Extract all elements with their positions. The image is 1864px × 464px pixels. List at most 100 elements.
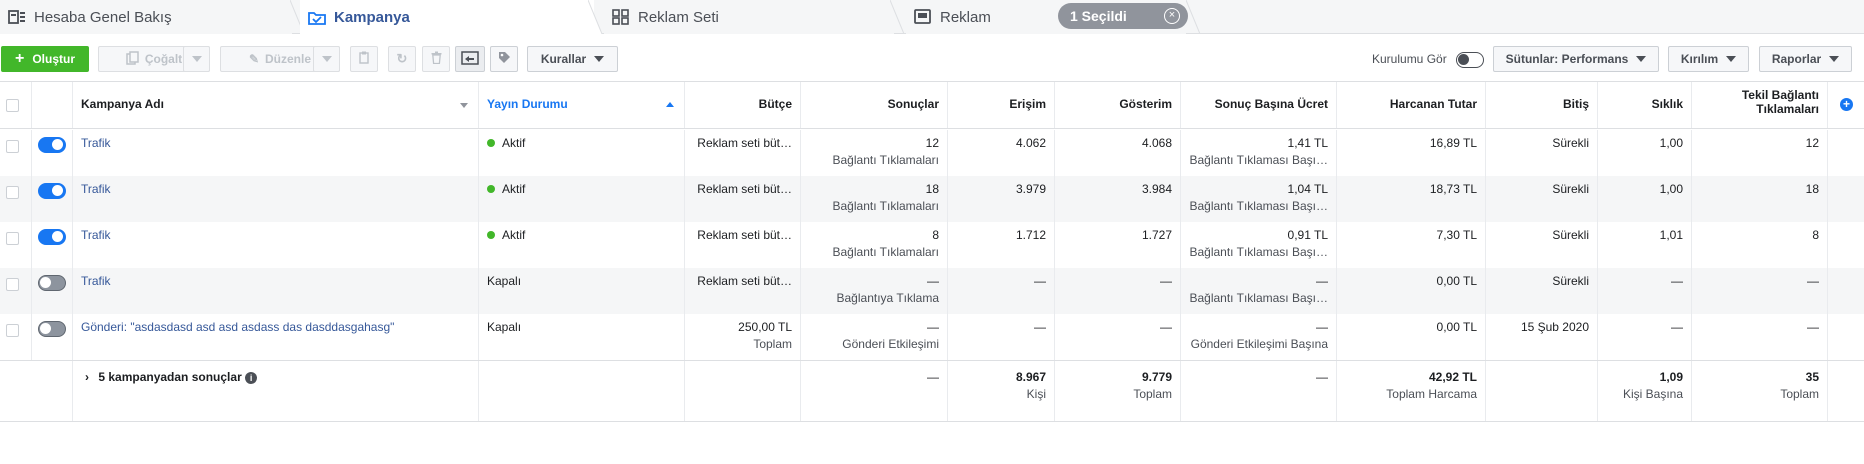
duplicate-button-label: Çoğalt — [144, 52, 183, 66]
sort-down-icon — [460, 103, 468, 108]
tag-button[interactable] — [490, 46, 518, 72]
ad-set-grid-icon — [612, 9, 630, 25]
refresh-button[interactable]: ↻ — [388, 46, 416, 72]
header-impressions[interactable]: Gösterim — [1055, 82, 1181, 128]
columns-button-label: Sütunlar: Performans — [1505, 52, 1629, 66]
results-type: Bağlantı Tıklamaları — [832, 199, 940, 213]
header-ends[interactable]: Bitiş — [1486, 82, 1598, 128]
cell-unique: 18 — [1692, 176, 1828, 222]
header-delivery[interactable]: Yayın Durumu — [479, 82, 685, 128]
row-checkbox[interactable] — [6, 278, 19, 291]
header-cost-per-result-label: Sonuç Başına Ücret — [1214, 97, 1328, 111]
header-frequency[interactable]: Sıklık — [1598, 82, 1692, 128]
cell-spent: 16,89 TL — [1337, 130, 1486, 176]
duplicate-dropdown-button[interactable] — [183, 46, 210, 72]
end-date-value: Sürekli — [1552, 274, 1589, 288]
summary-label-cell[interactable]: › 5 kampanyadan sonuçlar i — [73, 361, 479, 421]
select-all-checkbox[interactable] — [6, 99, 19, 112]
campaign-on-off-toggle[interactable] — [38, 183, 66, 199]
clipboard-button[interactable] — [350, 46, 378, 72]
header-cost-per-result[interactable]: Sonuç Başına Ücret — [1181, 82, 1337, 128]
campaign-name-link[interactable]: Trafik — [81, 182, 470, 196]
delete-button[interactable] — [422, 46, 450, 72]
table-row[interactable]: Trafik Aktif Reklam seti büt… 18 Bağlantı Tı… — [0, 176, 1864, 222]
add-column-icon[interactable]: + — [1840, 98, 1853, 111]
header-unique-clicks-label: Tekil Bağlantı Tıklamaları — [1741, 88, 1819, 116]
reach-value: — — [1034, 274, 1046, 288]
header-amount-spent[interactable]: Harcanan Tutar — [1337, 82, 1486, 128]
header-name[interactable]: Kampanya Adı — [73, 82, 479, 128]
frequency-value: — — [1671, 320, 1683, 334]
unique-clicks-value: 8 — [1812, 228, 1819, 242]
row-checkbox[interactable] — [6, 324, 19, 337]
header-ends-label: Bitiş — [1562, 97, 1589, 111]
cell-name: Gönderi: "asdasdasd asd asd asdass das d… — [73, 314, 479, 360]
row-checkbox[interactable] — [6, 232, 19, 245]
trash-icon — [431, 51, 442, 67]
summary-reach: 8.967 Kişi — [948, 361, 1055, 421]
impressions-value: — — [1160, 320, 1172, 334]
unique-clicks-value: — — [1807, 274, 1819, 288]
cell-ends: Sürekli — [1486, 268, 1598, 314]
frequency-value: 1,01 — [1659, 228, 1683, 242]
cell-results: 12 Bağlantı Tıklamaları — [801, 130, 948, 176]
cell-name: Trafik — [73, 130, 479, 176]
results-type: Gönderi Etkileşimi — [842, 337, 939, 351]
cell-impressions: — — [1055, 314, 1181, 360]
table-row[interactable]: Gönderi: "asdasdasd asd asd asdass das d… — [0, 314, 1864, 360]
campaign-on-off-toggle[interactable] — [38, 275, 66, 291]
tab-label: Reklam Seti — [638, 8, 719, 26]
cell-impressions: 3.984 — [1055, 176, 1181, 222]
rules-dropdown-button[interactable]: Kurallar — [527, 46, 618, 72]
edit-dropdown-button[interactable] — [313, 46, 340, 72]
header-reach[interactable]: Erişim — [948, 82, 1055, 128]
header-results[interactable]: Sonuçlar — [801, 82, 948, 128]
tab-ad-set[interactable]: Reklam Seti — [604, 0, 894, 34]
campaign-on-off-toggle[interactable] — [38, 137, 66, 153]
cost-per-result-type: Bağlantı Tıklaması Başı… — [1189, 199, 1328, 213]
cell-results: 8 Bağlantı Tıklamaları — [801, 222, 948, 268]
campaign-on-off-toggle[interactable] — [38, 321, 66, 337]
tab-campaign[interactable]: Kampanya — [300, 0, 594, 35]
header-unique-clicks[interactable]: Tekil Bağlantı Tıklamaları — [1692, 82, 1828, 128]
chevron-right-icon[interactable]: › — [85, 370, 89, 384]
selection-count-pill[interactable]: 1 Seçildi × — [1058, 3, 1188, 29]
header-budget[interactable]: Bütçe — [685, 82, 801, 128]
cell-budget: Reklam seti büt… — [685, 176, 801, 222]
table-row[interactable]: Trafik Kapalı Reklam seti büt… — Bağlantıya … — [0, 268, 1864, 314]
campaign-name-link[interactable]: Gönderi: "asdasdasd asd asd asdass das d… — [81, 320, 470, 334]
chevron-down-icon — [1636, 56, 1647, 62]
table-row[interactable]: Trafik Aktif Reklam seti büt… 12 Bağlantı Tı… — [0, 130, 1864, 176]
row-checkbox[interactable] — [6, 186, 19, 199]
info-icon[interactable]: i — [245, 371, 258, 384]
campaign-name-link[interactable]: Trafik — [81, 274, 470, 288]
row-checkbox[interactable] — [6, 140, 19, 153]
campaign-name-link[interactable]: Trafik — [81, 228, 470, 242]
row-select-cell — [0, 314, 32, 360]
table-row[interactable]: Trafik Aktif Reklam seti büt… 8 Bağlantı Tık… — [0, 222, 1864, 268]
unique-clicks-value: 18 — [1805, 182, 1819, 196]
cell-freq: 1,00 — [1598, 130, 1692, 176]
reports-dropdown-button[interactable]: Raporlar — [1759, 46, 1852, 72]
summary-frequency: 1,09 Kişi Başına — [1598, 361, 1692, 421]
clear-selection-icon[interactable]: × — [1164, 8, 1180, 24]
summary-unique: 35 Toplam — [1692, 361, 1828, 421]
selection-count-label: 1 Seçildi — [1070, 8, 1127, 24]
breakdown-dropdown-button[interactable]: Kırılım — [1668, 46, 1749, 72]
tab-label: Reklam — [940, 8, 991, 26]
cell-ends: Sürekli — [1486, 222, 1598, 268]
view-setup-toggle[interactable] — [1456, 52, 1484, 68]
preview-button[interactable] — [455, 46, 485, 72]
results-value: — — [927, 320, 939, 334]
create-button[interactable]: + Oluştur — [1, 46, 89, 72]
cell-unique: — — [1692, 314, 1828, 360]
cell-spent: 0,00 TL — [1337, 268, 1486, 314]
columns-dropdown-button[interactable]: Sütunlar: Performans — [1493, 46, 1659, 72]
summary-reach-value: 8.967 — [1015, 370, 1046, 384]
active-status-dot — [487, 231, 495, 239]
campaign-on-off-toggle[interactable] — [38, 229, 66, 245]
tab-account-overview[interactable]: Hesaba Genel Bakış — [0, 0, 292, 34]
frequency-value: 1,00 — [1659, 136, 1683, 150]
campaign-name-link[interactable]: Trafik — [81, 136, 470, 150]
header-frequency-label: Sıklık — [1651, 97, 1683, 111]
